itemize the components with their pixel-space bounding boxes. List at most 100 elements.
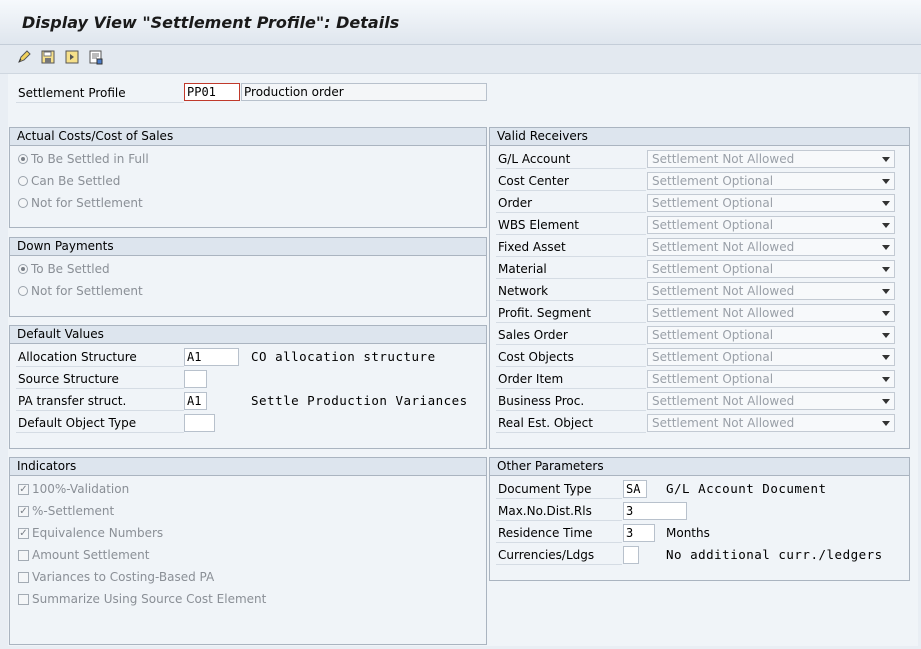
receiver-dropdown[interactable]: Settlement Optional [647, 370, 895, 388]
receiver-dropdown[interactable]: Settlement Optional [647, 216, 895, 234]
pa-transfer-struct-label: PA transfer struct. [18, 394, 127, 408]
document-type-field[interactable]: SA [623, 480, 647, 498]
chevron-down-icon[interactable] [882, 355, 890, 360]
max-no-dist-rls-field[interactable]: 3 [623, 502, 687, 520]
checkbox-variances-costing-pa[interactable]: Variances to Costing-Based PA [18, 570, 214, 584]
settlement-profile-field[interactable]: PP01 [184, 83, 240, 101]
group-title: Valid Receivers [490, 128, 909, 146]
radio-can-be-settled[interactable]: Can Be Settled [18, 174, 120, 188]
chevron-down-icon[interactable] [882, 223, 890, 228]
receiver-label: Real Est. Object [498, 416, 593, 430]
pa-transfer-struct-field[interactable]: A1 [184, 392, 207, 410]
checkbox-checked-icon: ✓ [18, 527, 29, 539]
save-icon[interactable] [40, 49, 56, 65]
group-title: Actual Costs/Cost of Sales [10, 128, 486, 146]
pa-transfer-struct-text: Settle Production Variances [251, 393, 468, 408]
receiver-label: Cost Objects [498, 350, 574, 364]
receiver-dropdown-value: Settlement Not Allowed [652, 416, 795, 430]
chevron-down-icon[interactable] [882, 245, 890, 250]
default-object-type-label: Default Object Type [18, 416, 137, 430]
currencies-ldgs-text: No additional curr./ledgers [666, 547, 883, 562]
receiver-label: G/L Account [498, 152, 571, 166]
radio-settled-in-full[interactable]: To Be Settled in Full [18, 152, 149, 166]
receiver-label: Order [498, 196, 533, 210]
receiver-dropdown[interactable]: Settlement Not Allowed [647, 392, 895, 410]
checkbox-percent-settlement[interactable]: ✓ %-Settlement [18, 504, 114, 518]
chevron-down-icon[interactable] [882, 311, 890, 316]
receiver-label: WBS Element [498, 218, 579, 232]
receiver-dropdown-value: Settlement Not Allowed [652, 240, 795, 254]
default-object-type-field[interactable] [184, 414, 215, 432]
allocation-structure-label: Allocation Structure [18, 350, 137, 364]
max-no-dist-rls-label: Max.No.Dist.Rls [498, 504, 592, 518]
chevron-down-icon[interactable] [882, 377, 890, 382]
chevron-down-icon[interactable] [882, 157, 890, 162]
radio-icon [18, 176, 28, 186]
receiver-dropdown-value: Settlement Optional [652, 196, 774, 210]
checkbox-icon [18, 549, 29, 561]
receiver-dropdown-value: Settlement Optional [652, 262, 774, 276]
checkbox-100-validation[interactable]: ✓ 100%-Validation [18, 482, 129, 496]
receiver-dropdown[interactable]: Settlement Not Allowed [647, 150, 895, 168]
checkbox-equivalence-numbers[interactable]: ✓ Equivalence Numbers [18, 526, 163, 540]
receiver-dropdown[interactable]: Settlement Optional [647, 260, 895, 278]
receiver-dropdown-value: Settlement Optional [652, 350, 774, 364]
title-bar: Display View "Settlement Profile": Detai… [0, 0, 921, 45]
source-structure-field[interactable] [184, 370, 207, 388]
document-type-label: Document Type [498, 482, 592, 496]
receiver-dropdown-value: Settlement Not Allowed [652, 306, 795, 320]
radio-dp-to-be-settled[interactable]: To Be Settled [18, 262, 110, 276]
receiver-dropdown[interactable]: Settlement Not Allowed [647, 304, 895, 322]
residence-time-unit: Months [666, 526, 710, 540]
receiver-dropdown[interactable]: Settlement Not Allowed [647, 414, 895, 432]
receiver-dropdown[interactable]: Settlement Not Allowed [647, 238, 895, 256]
receiver-dropdown-value: Settlement Not Allowed [652, 394, 795, 408]
receiver-dropdown-value: Settlement Optional [652, 218, 774, 232]
receiver-label: Cost Center [498, 174, 569, 188]
receiver-dropdown[interactable]: Settlement Optional [647, 348, 895, 366]
chevron-down-icon[interactable] [882, 267, 890, 272]
radio-dp-not-for-settlement[interactable]: Not for Settlement [18, 284, 143, 298]
receiver-dropdown[interactable]: Settlement Optional [647, 326, 895, 344]
currencies-ldgs-field[interactable] [623, 546, 639, 564]
group-title: Other Parameters [490, 458, 909, 476]
radio-not-for-settlement[interactable]: Not for Settlement [18, 196, 143, 210]
receiver-label: Material [498, 262, 547, 276]
settlement-profile-label: Settlement Profile [18, 86, 126, 100]
checkbox-amount-settlement[interactable]: Amount Settlement [18, 548, 149, 562]
receiver-dropdown[interactable]: Settlement Not Allowed [647, 282, 895, 300]
chevron-down-icon[interactable] [882, 333, 890, 338]
checkbox-icon [18, 571, 29, 583]
chevron-down-icon[interactable] [882, 289, 890, 294]
receiver-dropdown-value: Settlement Not Allowed [652, 152, 795, 166]
down-payments-group: Down Payments [9, 237, 487, 317]
checkbox-summarize-source-cost[interactable]: Summarize Using Source Cost Element [18, 592, 266, 606]
receiver-dropdown-value: Settlement Optional [652, 372, 774, 386]
receiver-label: Network [498, 284, 549, 298]
allocation-structure-field[interactable]: A1 [184, 348, 239, 366]
receiver-dropdown-value: Settlement Optional [652, 328, 774, 342]
receiver-dropdown[interactable]: Settlement Optional [647, 194, 895, 212]
receiver-dropdown-value: Settlement Not Allowed [652, 284, 795, 298]
chevron-down-icon[interactable] [882, 201, 890, 206]
page-title: Display View "Settlement Profile": Detai… [22, 13, 400, 32]
default-values-group: Default Values [9, 325, 487, 449]
edit-icon[interactable] [16, 49, 32, 65]
receiver-label: Fixed Asset [498, 240, 566, 254]
receiver-dropdown[interactable]: Settlement Optional [647, 172, 895, 190]
chevron-down-icon[interactable] [882, 421, 890, 426]
radio-icon [18, 198, 28, 208]
chevron-down-icon[interactable] [882, 179, 890, 184]
receiver-dropdown-value: Settlement Optional [652, 174, 774, 188]
next-entry-icon[interactable] [64, 49, 80, 65]
radio-selected-icon [18, 264, 28, 274]
source-structure-label: Source Structure [18, 372, 119, 386]
checkbox-checked-icon: ✓ [18, 483, 29, 495]
chevron-down-icon[interactable] [882, 399, 890, 404]
allocation-structure-text: CO allocation structure [251, 349, 436, 364]
application-toolbar [0, 45, 921, 74]
other-icon[interactable] [88, 49, 104, 65]
residence-time-field[interactable]: 3 [623, 524, 655, 542]
checkbox-icon [18, 593, 29, 605]
settlement-profile-description: Production order [241, 83, 487, 101]
